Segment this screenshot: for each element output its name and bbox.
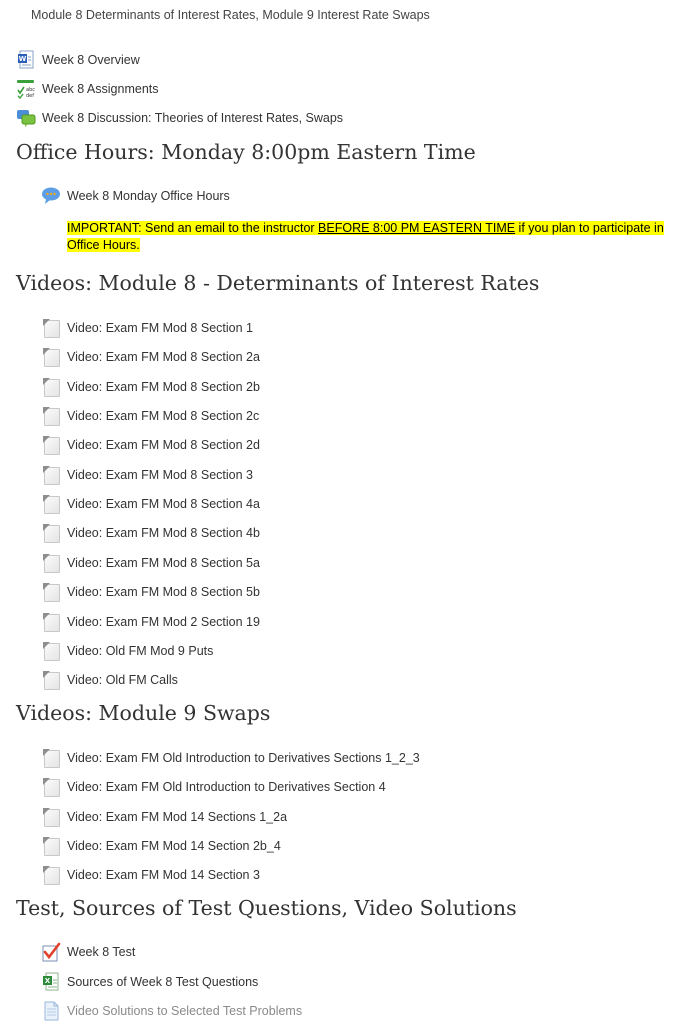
activity-video-solutions[interactable]: Video Solutions to Selected Test Problem…	[41, 1000, 302, 1022]
excel-document-icon: X	[41, 972, 61, 992]
office-hours-notice: IMPORTANT: Send an email to the instruct…	[67, 220, 667, 254]
video-label[interactable]: Video: Exam FM Mod 8 Section 1	[67, 321, 253, 335]
video-label[interactable]: Video: Exam FM Mod 8 Section 2b	[67, 380, 260, 394]
video-list-item[interactable]: Video: Exam FM Mod 8 Section 2b	[41, 376, 260, 398]
video-label[interactable]: Video: Exam FM Mod 8 Section 2c	[67, 409, 259, 423]
video-label[interactable]: Video: Exam FM Old Introduction to Deriv…	[67, 780, 386, 794]
video-label[interactable]: Video: Old FM Mod 9 Puts	[67, 644, 213, 658]
assignment-icon: abc def	[16, 79, 36, 99]
svg-text:W: W	[19, 55, 27, 63]
video-list-item[interactable]: Video: Exam FM Mod 8 Section 4b	[41, 522, 260, 544]
video-list-item[interactable]: Video: Exam FM Mod 8 Section 3	[41, 464, 253, 486]
activity-week8-discussion[interactable]: Week 8 Discussion: Theories of Interest …	[16, 107, 343, 129]
video-list-item[interactable]: Video: Exam FM Old Introduction to Deriv…	[41, 747, 420, 769]
video-list-item[interactable]: Video: Exam FM Mod 8 Section 2a	[41, 346, 260, 368]
activity-label[interactable]: Week 8 Overview	[42, 53, 140, 67]
video-file-icon	[41, 748, 61, 768]
video-list-item[interactable]: Video: Exam FM Mod 14 Sections 1_2a	[41, 806, 287, 828]
video-label[interactable]: Video: Exam FM Mod 14 Section 3	[67, 868, 260, 882]
video-file-icon	[41, 347, 61, 368]
video-file-icon	[41, 807, 61, 827]
video-file-icon	[41, 435, 61, 456]
video-label[interactable]: Video: Exam FM Mod 8 Section 2d	[67, 438, 260, 452]
activity-week8-overview[interactable]: W Week 8 Overview	[16, 49, 140, 71]
video-list-item[interactable]: Video: Exam FM Mod 14 Section 2b_4	[41, 835, 281, 857]
video-label[interactable]: Video: Exam FM Mod 14 Section 2b_4	[67, 839, 281, 853]
video-file-icon	[41, 836, 61, 857]
section-heading-test: Test, Sources of Test Questions, Video S…	[16, 896, 517, 920]
video-list-item[interactable]: Video: Exam FM Mod 14 Section 3	[41, 864, 260, 886]
activity-monday-office-hours[interactable]: Week 8 Monday Office Hours	[41, 185, 230, 207]
activity-label[interactable]: Sources of Week 8 Test Questions	[67, 975, 258, 989]
activity-week8-test[interactable]: Week 8 Test	[41, 941, 135, 963]
document-page-icon	[41, 1001, 61, 1021]
video-file-icon	[41, 582, 61, 603]
video-file-icon	[41, 612, 61, 632]
video-label[interactable]: Video: Old FM Calls	[67, 673, 178, 687]
video-file-icon	[41, 523, 61, 544]
video-list-item[interactable]: Video: Old FM Mod 9 Puts	[41, 640, 213, 662]
page-title: Module 8 Determinants of Interest Rates,…	[31, 8, 430, 22]
video-label[interactable]: Video: Exam FM Mod 8 Section 3	[67, 468, 253, 482]
video-list-item[interactable]: Video: Exam FM Mod 8 Section 5a	[41, 552, 260, 574]
video-list-item[interactable]: Video: Exam FM Mod 8 Section 5b	[41, 581, 260, 603]
video-list-item[interactable]: Video: Exam FM Mod 8 Section 4a	[41, 493, 260, 515]
video-list-item[interactable]: Video: Exam FM Mod 2 Section 19	[41, 611, 260, 633]
video-file-icon	[41, 777, 61, 798]
discussion-forum-icon	[16, 108, 36, 128]
video-list-item[interactable]: Video: Old FM Calls	[41, 669, 178, 691]
section-heading-office-hours: Office Hours: Monday 8:00pm Eastern Time	[16, 140, 476, 164]
activity-label[interactable]: Video Solutions to Selected Test Problem…	[67, 1004, 302, 1018]
section-heading-videos-module-8: Videos: Module 8 - Determinants of Inter…	[16, 271, 540, 295]
svg-text:X: X	[45, 977, 51, 985]
video-label[interactable]: Video: Exam FM Old Introduction to Deriv…	[67, 751, 420, 765]
activity-label[interactable]: Week 8 Assignments	[42, 82, 159, 96]
video-label[interactable]: Video: Exam FM Mod 8 Section 4b	[67, 526, 260, 540]
section-heading-videos-module-9: Videos: Module 9 Swaps	[16, 701, 271, 725]
video-label[interactable]: Video: Exam FM Mod 8 Section 2a	[67, 350, 260, 364]
activity-week8-assignments[interactable]: abc def Week 8 Assignments	[16, 78, 159, 100]
activity-label[interactable]: Week 8 Test	[67, 945, 135, 959]
video-label[interactable]: Video: Exam FM Mod 8 Section 5b	[67, 585, 260, 599]
quiz-checkmark-icon	[41, 942, 61, 962]
video-label[interactable]: Video: Exam FM Mod 2 Section 19	[67, 615, 260, 629]
video-label[interactable]: Video: Exam FM Mod 8 Section 4a	[67, 497, 260, 511]
activity-sources-test-questions[interactable]: X Sources of Week 8 Test Questions	[41, 971, 258, 993]
video-file-icon	[41, 865, 61, 886]
svg-text:def: def	[26, 93, 34, 99]
notice-text-deadline: BEFORE 8:00 PM EASTERN TIME	[318, 221, 516, 235]
video-file-icon	[41, 641, 61, 661]
video-file-icon	[41, 670, 61, 691]
video-file-icon	[41, 494, 61, 515]
video-file-icon	[41, 465, 61, 485]
word-document-icon: W	[16, 50, 36, 70]
activity-label[interactable]: Week 8 Monday Office Hours	[67, 189, 230, 203]
video-label[interactable]: Video: Exam FM Mod 8 Section 5a	[67, 556, 260, 570]
video-file-icon	[41, 553, 61, 573]
video-file-icon	[41, 377, 61, 397]
video-file-icon	[41, 406, 61, 427]
notice-text-pre: IMPORTANT: Send an email to the instruct…	[67, 221, 319, 235]
video-list-item[interactable]: Video: Exam FM Mod 8 Section 2c	[41, 405, 259, 427]
chat-bubble-icon	[41, 186, 61, 206]
video-file-icon	[41, 318, 61, 338]
video-list-item[interactable]: Video: Exam FM Mod 8 Section 1	[41, 317, 253, 339]
video-label[interactable]: Video: Exam FM Mod 14 Sections 1_2a	[67, 810, 287, 824]
activity-label[interactable]: Week 8 Discussion: Theories of Interest …	[42, 111, 343, 125]
video-list-item[interactable]: Video: Exam FM Old Introduction to Deriv…	[41, 776, 386, 798]
video-list-item[interactable]: Video: Exam FM Mod 8 Section 2d	[41, 434, 260, 456]
